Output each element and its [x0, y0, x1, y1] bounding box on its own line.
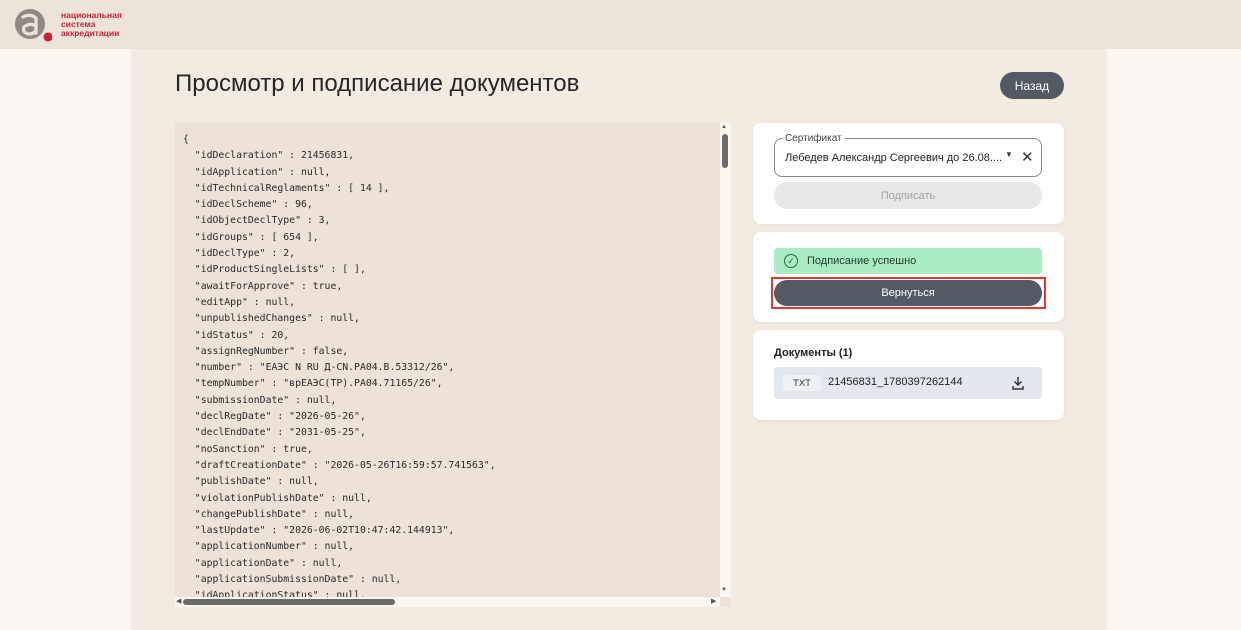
- document-line: "idTechnicalReglaments" : [ 14 ],: [183, 182, 390, 194]
- document-line: "violationPublishDate" : null,: [183, 492, 372, 504]
- document-line: "idDeclType" : 2,: [183, 248, 296, 260]
- certificate-label: Сертификат: [782, 133, 845, 144]
- document-line: "awaitForApprove" : true,: [183, 280, 343, 292]
- document-line: "declRegDate" : "2026-05-26",: [183, 411, 366, 423]
- document-item[interactable]: TXT 21456831_1780397262144: [774, 367, 1042, 399]
- back-button[interactable]: Назад: [1000, 72, 1064, 99]
- document-line: "applicationDate" : null,: [183, 557, 343, 569]
- scroll-right-icon[interactable]: ▶: [711, 597, 716, 605]
- clear-icon[interactable]: ✕: [1021, 148, 1034, 166]
- left-margin: [0, 49, 131, 630]
- scroll-down-icon[interactable]: ▼: [721, 587, 727, 593]
- document-line: "idDeclaration" : 21456831,: [183, 150, 355, 162]
- logo[interactable]: национальная система аккредитации: [12, 7, 132, 45]
- file-type-badge: TXT: [783, 375, 821, 391]
- vertical-scroll-thumb[interactable]: [722, 134, 728, 168]
- scroll-left-icon[interactable]: ◀: [176, 597, 181, 605]
- logo-text: национальная система аккредитации: [61, 11, 122, 38]
- document-line: "submissionDate" : null,: [183, 394, 337, 406]
- document-text: { "idDeclaration" : 21456831, "idApplica…: [183, 132, 496, 605]
- document-line: "number" : "ЕАЭС N RU Д-CN.РА04.В.53312/…: [183, 362, 455, 374]
- right-margin: [1107, 49, 1241, 630]
- success-alert: ✓ Подписание успешно: [774, 248, 1042, 274]
- document-line: "idGroups" : [ 654 ],: [183, 231, 319, 243]
- document-line: "idApplication" : null,: [183, 166, 331, 178]
- document-line: "declEndDate" : "2031-05-25",: [183, 427, 366, 439]
- return-button[interactable]: Вернуться: [774, 280, 1042, 306]
- document-line: "idObjectDeclType" : 3,: [183, 215, 331, 227]
- document-line: "applicationSubmissionDate" : null,: [183, 574, 402, 586]
- document-line: "noSanction" : true,: [183, 443, 313, 455]
- document-line: "applicationNumber" : null,: [183, 541, 355, 553]
- page-title: Просмотр и подписание документов: [175, 70, 580, 97]
- success-message: Подписание успешно: [807, 255, 917, 267]
- document-line: "unpublishedChanges" : null,: [183, 313, 360, 325]
- document-line: "lastUpdate" : "2026-06-02T10:47:42.1449…: [183, 525, 455, 537]
- document-line: "idDeclScheme" : 96,: [183, 199, 313, 211]
- documents-title: Документы (1): [774, 347, 853, 359]
- document-line: "assignRegNumber" : false,: [183, 345, 349, 357]
- document-line: "publishDate" : null,: [183, 476, 319, 488]
- sign-button[interactable]: Подписать: [774, 182, 1042, 209]
- top-bar: национальная система аккредитации: [0, 0, 1241, 49]
- download-icon[interactable]: [1011, 375, 1025, 391]
- document-line: "changePublishDate" : null,: [183, 508, 355, 520]
- logo-mark-icon: [15, 9, 53, 42]
- horizontal-scroll-thumb[interactable]: [183, 599, 395, 605]
- document-line: "idProductSingleLists" : [ ],: [183, 264, 366, 276]
- dropdown-arrow-icon[interactable]: ▼: [1005, 150, 1013, 159]
- document-line: "idStatus" : 20,: [183, 329, 290, 341]
- scroll-up-icon[interactable]: ▲: [721, 124, 727, 130]
- document-preview[interactable]: { "idDeclaration" : 21456831, "idApplica…: [175, 123, 731, 607]
- logo-line-3: аккредитации: [61, 28, 120, 38]
- vertical-scrollbar[interactable]: [720, 123, 731, 597]
- document-line: {: [183, 134, 189, 145]
- document-line: "draftCreationDate" : "2026-05-26T16:59:…: [183, 459, 496, 471]
- certificate-value[interactable]: Лебедев Александр Сергеевич до 26.08....: [785, 152, 1005, 164]
- document-line: "editApp" : null,: [183, 296, 296, 308]
- check-circle-icon: ✓: [784, 254, 798, 268]
- document-name[interactable]: 21456831_1780397262144: [828, 376, 963, 388]
- document-line: "tempNumber" : "врЕАЭС(ТР).РА04.71165/26…: [183, 378, 443, 390]
